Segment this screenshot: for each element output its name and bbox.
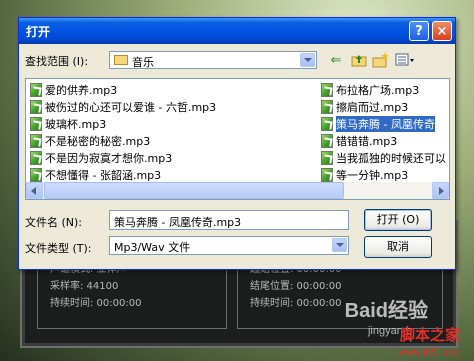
list-item-selected[interactable]: 策马奔腾 - 凤凰传奇 bbox=[321, 115, 446, 132]
list-item[interactable]: 当我孤独的时候还可以 bbox=[321, 149, 446, 166]
site-url-watermark: www.jb51.net bbox=[398, 348, 460, 358]
list-item[interactable]: 擦肩而过.mp3 bbox=[321, 98, 446, 115]
baidu-watermark: Baid经验 bbox=[344, 300, 428, 322]
look-in-dropdown[interactable]: 音乐 bbox=[109, 51, 317, 69]
filename-value: 策马奔腾 - 凤凰传奇.mp3 bbox=[114, 216, 242, 229]
view-menu-icon[interactable] bbox=[395, 51, 415, 69]
filename-input[interactable]: 策马奔腾 - 凤凰传奇.mp3 bbox=[109, 210, 349, 230]
audio-file-icon bbox=[321, 116, 333, 131]
file-column-left: 爱的供养.mp3 被伤过的心还可以爱谁 - 六哲.mp3 玻璃杯.mp3 不是秘… bbox=[30, 81, 216, 183]
file-name: 布拉格广场.mp3 bbox=[336, 83, 420, 97]
list-item[interactable]: 不是秘密的秘密.mp3 bbox=[30, 132, 216, 149]
file-name: 等一分钟.mp3 bbox=[336, 168, 409, 182]
filetype-dropdown[interactable]: Mp3/Wav 文件 bbox=[109, 236, 349, 255]
audio-file-icon bbox=[321, 82, 333, 97]
segment-duration-text: 持续时间: 00:00:00 bbox=[250, 298, 342, 309]
file-name: 擦肩而过.mp3 bbox=[336, 100, 409, 114]
audio-file-icon bbox=[30, 82, 42, 97]
chevron-down-icon[interactable] bbox=[332, 238, 347, 252]
sample-rate-text: 采样率: 44100 bbox=[50, 281, 119, 292]
cancel-button[interactable]: 取消 bbox=[364, 236, 432, 258]
list-item[interactable]: 被伤过的心还可以爱谁 - 六哲.mp3 bbox=[30, 98, 216, 115]
site-watermark: 脚本之家 bbox=[399, 326, 460, 344]
duration-text: 持续时间: 00:00:00 bbox=[50, 298, 142, 309]
look-in-label: 查找范围 (I): bbox=[25, 55, 89, 68]
file-name: 策马奔腾 - 凤凰传奇 bbox=[336, 115, 435, 132]
list-item[interactable]: 不是因为寂寞才想你.mp3 bbox=[30, 149, 216, 166]
audio-file-icon bbox=[30, 133, 42, 148]
open-file-dialog: 打开 ? × 查找范围 (I): 音乐 ⇐ 爱的供养.mp3 被伤过的心还可以爱… bbox=[18, 17, 456, 270]
audio-file-icon bbox=[321, 99, 333, 114]
horizontal-scrollbar[interactable] bbox=[26, 182, 449, 199]
file-list[interactable]: 爱的供养.mp3 被伤过的心还可以爱谁 - 六哲.mp3 玻璃杯.mp3 不是秘… bbox=[25, 78, 450, 200]
help-button[interactable]: ? bbox=[409, 21, 429, 41]
new-folder-icon[interactable] bbox=[371, 51, 391, 69]
file-column-right: 布拉格广场.mp3 擦肩而过.mp3 策马奔腾 - 凤凰传奇 错错错.mp3 当… bbox=[321, 81, 446, 183]
audio-file-icon bbox=[321, 150, 333, 165]
audio-file-icon bbox=[30, 150, 42, 165]
scroll-left-icon[interactable] bbox=[26, 182, 43, 199]
list-item[interactable]: 爱的供养.mp3 bbox=[30, 81, 216, 98]
dialog-title: 打开 bbox=[26, 25, 51, 39]
end-position-text: 结尾位置: 00:00:00 bbox=[250, 281, 342, 292]
file-name: 不是秘密的秘密.mp3 bbox=[45, 134, 151, 148]
file-name: 被伤过的心还可以爱谁 - 六哲.mp3 bbox=[45, 100, 217, 114]
chevron-down-icon[interactable] bbox=[300, 53, 315, 67]
file-name: 当我孤独的时候还可以 bbox=[336, 151, 446, 165]
list-item[interactable]: 错错错.mp3 bbox=[321, 132, 446, 149]
audio-file-icon bbox=[30, 116, 42, 131]
file-name: 不是因为寂寞才想你.mp3 bbox=[45, 151, 173, 165]
scrollbar-thumb[interactable] bbox=[44, 182, 344, 199]
file-name: 玻璃杯.mp3 bbox=[45, 117, 107, 131]
scroll-right-icon[interactable] bbox=[432, 182, 449, 199]
filetype-value: Mp3/Wav 文件 bbox=[114, 241, 191, 254]
list-item[interactable]: 不想懂得 - 张韶涵.mp3 bbox=[30, 166, 216, 183]
open-button[interactable]: 打开 (O) bbox=[364, 209, 432, 231]
folder-icon bbox=[114, 55, 128, 65]
dialog-titlebar[interactable]: 打开 ? × bbox=[19, 18, 455, 44]
audio-file-icon bbox=[30, 99, 42, 114]
file-name: 不想懂得 - 张韶涵.mp3 bbox=[45, 168, 162, 182]
list-item[interactable]: 玻璃杯.mp3 bbox=[30, 115, 216, 132]
audio-file-icon bbox=[321, 133, 333, 148]
look-in-value: 音乐 bbox=[132, 56, 154, 69]
filename-label: 文件名 (N): bbox=[25, 216, 83, 229]
back-icon[interactable]: ⇐ bbox=[326, 51, 346, 69]
audio-file-icon bbox=[30, 167, 42, 182]
file-name: 错错错.mp3 bbox=[336, 134, 398, 148]
file-name: 爱的供养.mp3 bbox=[45, 83, 118, 97]
list-item[interactable]: 等一分钟.mp3 bbox=[321, 166, 446, 183]
up-folder-icon[interactable] bbox=[349, 51, 369, 69]
list-item[interactable]: 布拉格广场.mp3 bbox=[321, 81, 446, 98]
filetype-label: 文件类型 (T): bbox=[25, 242, 92, 255]
close-button[interactable]: × bbox=[432, 21, 452, 41]
audio-file-icon bbox=[321, 167, 333, 182]
